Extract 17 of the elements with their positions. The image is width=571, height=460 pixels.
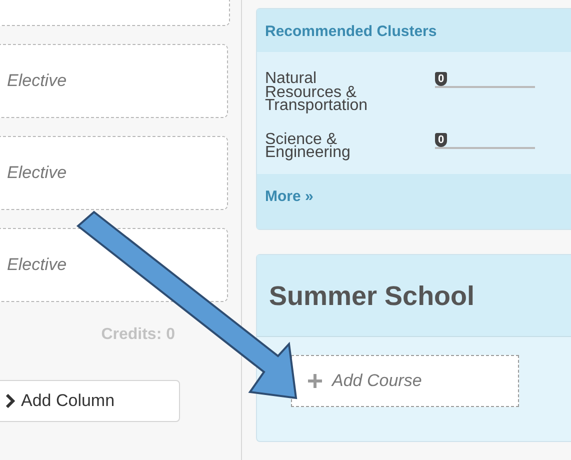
plus-icon — [308, 374, 322, 388]
course-label: Elective — [7, 163, 67, 183]
course-slot[interactable]: Elective — [0, 44, 228, 118]
cluster-name: Natural Resources & Transportation — [265, 72, 369, 113]
slider-thumb[interactable]: 0 — [435, 72, 447, 86]
add-column-button[interactable]: Add Column — [0, 380, 180, 422]
add-course-button[interactable]: Add Course — [291, 354, 519, 407]
chevron-icon — [5, 394, 15, 408]
cluster-name: Science & Engineering — [265, 132, 352, 160]
course-label: Elective — [7, 71, 67, 91]
cluster-slider[interactable]: 0 — [435, 72, 535, 88]
panel-heading: Summer School — [257, 254, 571, 337]
course-label: Elective — [7, 255, 67, 275]
panel-title: Recommended Clusters — [257, 9, 571, 52]
course-slot[interactable]: Elective — [0, 136, 228, 210]
cluster-slider[interactable]: 0 — [435, 132, 535, 149]
slider-thumb[interactable]: 0 — [435, 132, 447, 147]
